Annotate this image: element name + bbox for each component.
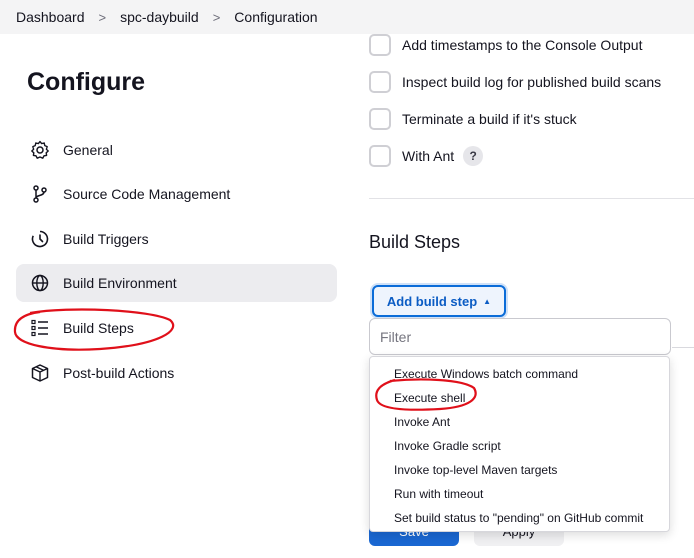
sidebar-item-label: Post-build Actions: [63, 365, 175, 381]
add-build-step-label: Add build step: [386, 293, 478, 309]
sidebar-item-general[interactable]: General: [16, 131, 337, 169]
terminate-stuck-checkbox[interactable]: [369, 108, 391, 130]
sidebar-item-build-steps[interactable]: Build Steps: [16, 309, 337, 347]
build-steps-heading: Build Steps: [369, 232, 461, 252]
option-inspect-build-log: Inspect build log for published build sc…: [369, 71, 661, 93]
menu-item-run-with-timeout[interactable]: Run with timeout: [394, 487, 483, 501]
menu-item-execute-shell[interactable]: Execute shell: [394, 391, 465, 405]
breadcrumb-dashboard[interactable]: Dashboard: [16, 9, 85, 25]
menu-item-invoke-maven[interactable]: Invoke top-level Maven targets: [394, 463, 557, 477]
filter-input[interactable]: [369, 318, 671, 355]
sidebar-item-build-triggers[interactable]: Build Triggers: [16, 220, 337, 258]
caret-up-icon: ▲: [483, 296, 492, 306]
option-label: With Ant: [402, 148, 455, 164]
globe-icon: [30, 273, 50, 293]
section-divider: [369, 198, 694, 199]
option-label: Inspect build log for published build sc…: [402, 74, 662, 90]
option-label: Add timestamps to the Console Output: [402, 37, 643, 53]
sidebar-item-label: General: [63, 142, 113, 158]
timer-icon: [30, 229, 50, 249]
menu-item-execute-windows-batch[interactable]: Execute Windows batch command: [394, 367, 578, 381]
list-icon: [30, 318, 50, 338]
divider-line: [672, 347, 694, 348]
sidebar-item-label: Build Environment: [63, 275, 177, 291]
breadcrumb-separator-icon: >: [98, 9, 107, 25]
sidebar-item-label: Source Code Management: [63, 186, 231, 202]
with-ant-checkbox[interactable]: [369, 145, 391, 167]
option-label: Terminate a build if it's stuck: [402, 111, 577, 127]
sidebar-item-source-code-management[interactable]: Source Code Management: [16, 175, 337, 213]
breadcrumb-separator-icon: >: [212, 9, 221, 25]
gear-icon: [30, 140, 50, 160]
build-step-menu: Execute Windows batch command Execute sh…: [369, 356, 670, 532]
branch-icon: [30, 184, 50, 204]
breadcrumb: Dashboard > spc-daybuild > Configuration: [0, 0, 694, 34]
option-terminate-stuck: Terminate a build if it's stuck: [369, 108, 577, 130]
menu-item-set-build-status[interactable]: Set build status to "pending" on GitHub …: [394, 511, 643, 525]
help-icon[interactable]: ?: [463, 146, 484, 166]
breadcrumb-job[interactable]: spc-daybuild: [120, 9, 199, 25]
option-with-ant: With Ant ?: [369, 145, 484, 167]
option-timestamps: Add timestamps to the Console Output: [369, 34, 642, 56]
sidebar-item-label: Build Steps: [63, 320, 134, 336]
timestamps-checkbox[interactable]: [369, 34, 391, 56]
sidebar-item-post-build-actions[interactable]: Post-build Actions: [16, 354, 337, 392]
package-icon: [30, 363, 50, 383]
sidebar-item-build-environment[interactable]: Build Environment: [16, 264, 337, 302]
breadcrumb-configuration[interactable]: Configuration: [234, 9, 317, 25]
inspect-build-log-checkbox[interactable]: [369, 71, 391, 93]
sidebar-item-label: Build Triggers: [63, 231, 149, 247]
menu-item-invoke-ant[interactable]: Invoke Ant: [394, 415, 450, 429]
add-build-step-button[interactable]: Add build step ▲: [372, 285, 506, 317]
page-title: Configure: [27, 68, 146, 96]
menu-item-invoke-gradle[interactable]: Invoke Gradle script: [394, 439, 501, 453]
